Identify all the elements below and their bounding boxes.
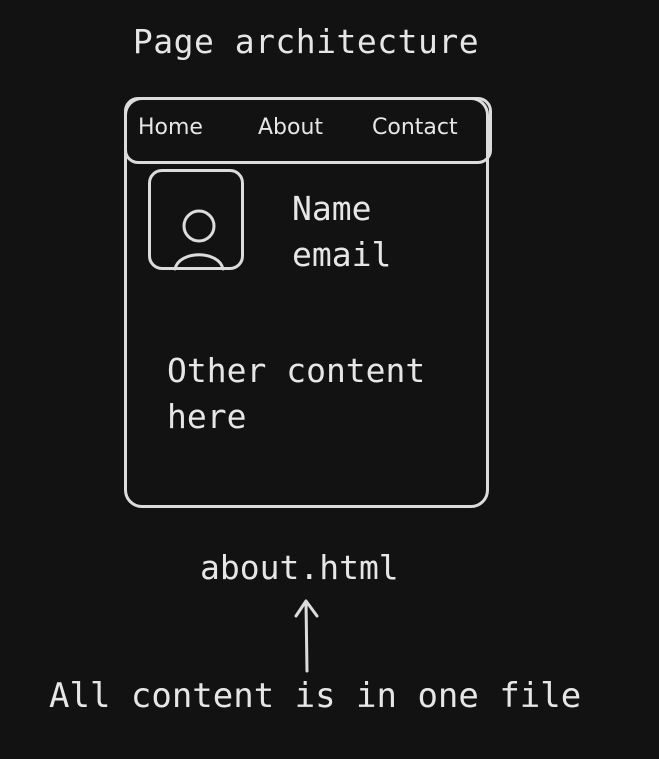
profile-email: email [292,235,392,274]
avatar-box [148,169,244,271]
other-content-text: Other content here [167,351,426,436]
diagram-title: Page architecture [132,22,480,61]
profile-name: Name [292,189,372,228]
nav-item-home: Home [138,115,203,140]
nav-item-contact: Contact [372,115,458,140]
arrow-up-icon [294,599,319,673]
nav-item-about: About [258,115,324,140]
user-avatar-icon [173,209,225,271]
caption-text: All content is in one file [49,676,582,716]
file-name-label: about.html [200,548,399,587]
